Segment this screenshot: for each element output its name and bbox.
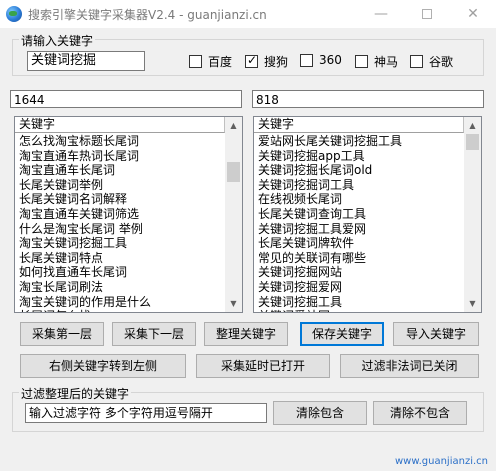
engine-sogou-checkbox[interactable]: 搜狗 — [245, 53, 288, 70]
list-item[interactable]: 关键词挖掘工具爱网 — [258, 222, 463, 237]
scroll-up-icon[interactable]: ▲ — [225, 117, 242, 134]
list-item[interactable]: 长尾关键词名词解释 — [19, 192, 224, 207]
scroll-down-icon[interactable]: ▼ — [225, 295, 242, 312]
list-item[interactable]: 淘宝关键词的作用是什么 — [19, 295, 224, 310]
engine-shenma-label: 神马 — [374, 55, 399, 69]
filter-input[interactable]: 输入过滤字符 多个字符用逗号隔开 — [25, 403, 267, 423]
list-item[interactable]: 淘宝关键词挖掘工具 — [19, 236, 224, 251]
collect-delay-button[interactable]: 采集延时已打开 — [196, 354, 330, 378]
engine-google-label: 谷歌 — [429, 55, 454, 69]
keyword-group-legend: 请输入关键字 — [19, 32, 96, 49]
list-item[interactable]: 关键词挖掘app工具 — [258, 149, 463, 164]
move-right-to-left-button[interactable]: 右侧关键字转到左侧 — [20, 354, 186, 378]
clear-exclude-button[interactable]: 清除不包含 — [373, 401, 467, 425]
left-list-header[interactable]: 关键字 — [15, 117, 225, 133]
engine-baidu-label: 百度 — [208, 55, 233, 69]
collect-next-button[interactable]: 采集下一层 — [112, 322, 196, 346]
list-item[interactable]: 关键词挖掘长尾词old — [258, 163, 463, 178]
title-bar: 搜索引擎关键字采集器V2.4 - guanjianzi.cn — ✕ — [0, 0, 496, 28]
filter-group-legend: 过滤整理后的关键字 — [19, 385, 132, 402]
engine-360-checkbox[interactable]: 360 — [300, 53, 342, 67]
checkbox-checked-icon — [245, 53, 258, 68]
right-keyword-list[interactable]: 关键字 爱站网长尾关键词挖掘工具 关键词挖掘app工具 关键词挖掘长尾词old 关键词… — [253, 116, 482, 313]
checkbox-icon — [300, 53, 313, 67]
engine-sogou-label: 搜狗 — [264, 55, 289, 69]
minimize-button[interactable]: — — [358, 0, 404, 28]
list-item[interactable]: 关键词挖掘词工具 — [258, 178, 463, 193]
list-item[interactable]: 如何找直通车长尾词 — [19, 265, 224, 280]
list-item[interactable]: 长尾关键词举例 — [19, 178, 224, 193]
list-item[interactable]: 怎么找淘宝标题长尾词 — [19, 134, 224, 149]
left-list-rows: 怎么找淘宝标题长尾词 淘宝直通车热词长尾词 淘宝直通车长尾词 长尾关键词举例 长尾关键词… — [19, 134, 224, 312]
scroll-down-icon[interactable]: ▼ — [464, 295, 481, 312]
list-item[interactable]: 长尾关键词查询工具 — [258, 207, 463, 222]
list-item[interactable]: 关键词挖掘工具 — [258, 295, 463, 310]
scroll-thumb[interactable] — [227, 162, 240, 182]
list-item[interactable]: 关键词爱站网 — [258, 309, 463, 312]
maximize-icon — [422, 9, 432, 19]
list-item[interactable]: 淘宝直通车长尾词 — [19, 163, 224, 178]
engine-google-checkbox[interactable]: 谷歌 — [410, 53, 453, 70]
list-item[interactable]: 在线视频长尾词 — [258, 192, 463, 207]
right-list-header[interactable]: 关键字 — [254, 117, 464, 133]
window-title: 搜索引擎关键字采集器V2.4 - guanjianzi.cn — [28, 8, 267, 22]
list-item[interactable]: 长尾词怎么找 — [19, 309, 224, 312]
list-item[interactable]: 淘宝直通车热词长尾词 — [19, 149, 224, 164]
list-item[interactable]: 关键词挖掘网站 — [258, 265, 463, 280]
right-list-rows: 爱站网长尾关键词挖掘工具 关键词挖掘app工具 关键词挖掘长尾词old 关键词挖掘词工… — [258, 134, 463, 312]
filter-illegal-words-button[interactable]: 过滤非法词已关闭 — [340, 354, 479, 378]
globe-icon — [6, 6, 22, 22]
checkbox-icon — [189, 55, 202, 68]
left-list-scrollbar[interactable]: ▲ ▼ — [225, 117, 242, 312]
list-item[interactable]: 长尾关键词牌软件 — [258, 236, 463, 251]
keyword-input[interactable]: 关键词挖掘 — [27, 51, 145, 71]
list-item[interactable]: 什么是淘宝长尾词 举例 — [19, 222, 224, 237]
tidy-keywords-button[interactable]: 整理关键字 — [204, 322, 288, 346]
list-item[interactable]: 淘宝长尾词刷法 — [19, 280, 224, 295]
engine-baidu-checkbox[interactable]: 百度 — [189, 53, 232, 70]
close-button[interactable]: ✕ — [450, 0, 496, 28]
left-keyword-list[interactable]: 关键字 怎么找淘宝标题长尾词 淘宝直通车热词长尾词 淘宝直通车长尾词 长尾关键词举例长… — [14, 116, 243, 313]
checkbox-icon — [355, 55, 368, 68]
list-item[interactable]: 关键词挖掘爱网 — [258, 280, 463, 295]
engine-shenma-checkbox[interactable]: 神马 — [355, 53, 398, 70]
list-item[interactable]: 爱站网长尾关键词挖掘工具 — [258, 134, 463, 149]
list-item[interactable]: 淘宝直通车关键词筛选 — [19, 207, 224, 222]
main-panel: 请输入关键字 关键词挖掘 百度 搜狗 360 神马 谷歌 1644 818 关键… — [0, 28, 496, 471]
collect-first-button[interactable]: 采集第一层 — [20, 322, 104, 346]
right-count-field[interactable]: 818 — [252, 90, 484, 108]
scroll-thumb[interactable] — [466, 134, 479, 150]
left-count-field[interactable]: 1644 — [10, 90, 242, 108]
list-item[interactable]: 长尾关键词特点 — [19, 251, 224, 266]
save-keywords-button[interactable]: 保存关键字 — [300, 322, 384, 346]
checkbox-icon — [410, 55, 423, 68]
keyword-input-group: 请输入关键字 关键词挖掘 百度 搜狗 360 神马 谷歌 — [12, 32, 484, 76]
right-list-scrollbar[interactable]: ▲ ▼ — [464, 117, 481, 312]
scroll-up-icon[interactable]: ▲ — [464, 117, 481, 134]
maximize-button[interactable] — [404, 0, 450, 28]
import-keywords-button[interactable]: 导入关键字 — [393, 322, 479, 346]
list-item[interactable]: 常见的关联词有哪些 — [258, 251, 463, 266]
footer-site-link[interactable]: www.guanjianzi.cn — [395, 456, 488, 467]
filter-group: 过滤整理后的关键字 输入过滤字符 多个字符用逗号隔开 清除包含 清除不包含 — [12, 385, 484, 432]
clear-include-button[interactable]: 清除包含 — [273, 401, 367, 425]
engine-360-label: 360 — [319, 53, 342, 67]
